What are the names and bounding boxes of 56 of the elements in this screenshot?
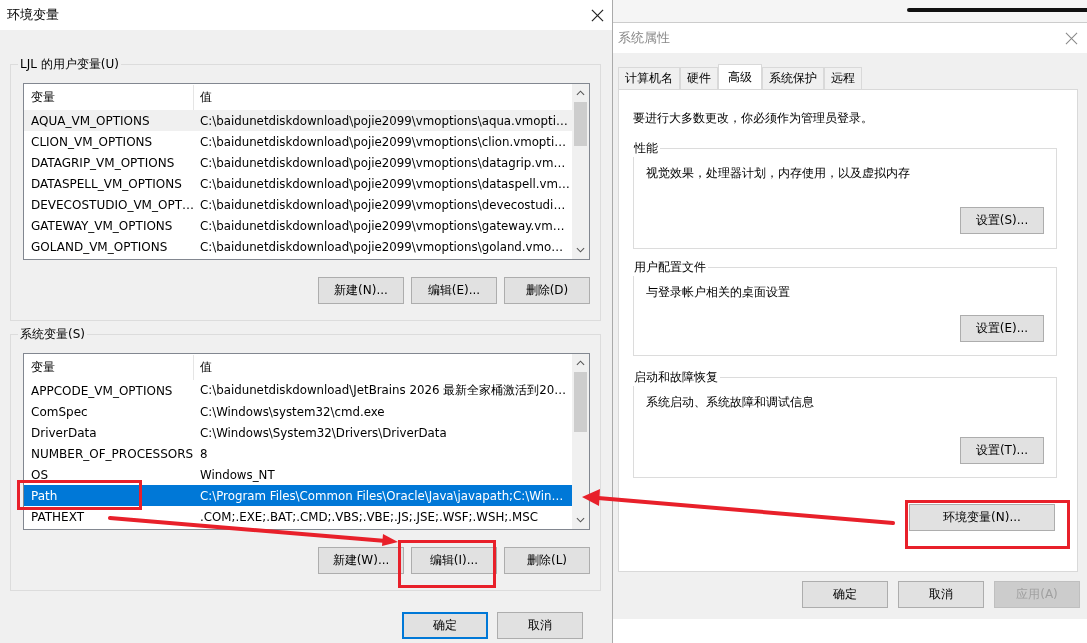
scroll-up-icon[interactable] xyxy=(576,90,585,96)
list-row[interactable]: DATASPELL_VM_OPTIONS C:\baidunetdiskdownload\pojie2099\vmoptions\dataspell.vm… xyxy=(24,173,572,194)
group-label: 用户配置文件 xyxy=(632,259,708,276)
scroll-thumb[interactable] xyxy=(574,372,587,432)
window-title: 系统属性 xyxy=(618,29,670,47)
list-row[interactable]: ComSpec C:\Windows\system32\cmd.exe xyxy=(24,401,572,422)
group-description: 系统启动、系统故障和调试信息 xyxy=(646,394,814,411)
column-header[interactable]: 值 xyxy=(194,355,212,380)
list-row[interactable]: NUMBER_OF_PROCESSORS 8 xyxy=(24,443,572,464)
list-row[interactable]: GOLAND_VM_OPTIONS C:\baidunetdiskdownload\pojie2099\vmoptions\goland.vmo… xyxy=(24,236,572,257)
dialog-button[interactable]: 确定 xyxy=(402,612,488,639)
dialog-button[interactable]: 确定 xyxy=(802,581,888,608)
group-description: 视觉效果，处理器计划，内存使用，以及虚拟内存 xyxy=(646,165,910,182)
scroll-down-icon[interactable] xyxy=(576,247,585,253)
tab[interactable]: 远程 xyxy=(824,67,862,89)
list-row[interactable]: Path C:\Program Files\Common Files\Oracle\Java\javapath;C:\Win… xyxy=(24,485,572,506)
group-label: 性能 xyxy=(632,140,660,157)
list-row[interactable]: AQUA_VM_OPTIONS C:\baidunetdiskdownload\pojie2099\vmoptions\aqua.vmopti… xyxy=(24,110,572,131)
dialog-button[interactable]: 删除(L) xyxy=(504,547,590,574)
list-row[interactable]: OS Windows_NT xyxy=(24,464,572,485)
tab[interactable]: 系统保护 xyxy=(762,67,824,89)
scroll-down-icon[interactable] xyxy=(576,517,585,523)
dialog-button[interactable]: 取消 xyxy=(898,581,984,608)
group-label: 系统变量(S) xyxy=(18,326,87,343)
dialog-button[interactable]: 新建(W)... xyxy=(318,547,404,574)
settings-button[interactable]: 设置(T)... xyxy=(960,437,1044,464)
list-row[interactable]: GATEWAY_VM_OPTIONS C:\baidunetdiskdownload\pojie2099\vmoptions\gateway.vm… xyxy=(24,215,572,236)
tab[interactable]: 计算机名 xyxy=(618,67,680,89)
environment-variables-button[interactable]: 环境变量(N)... xyxy=(909,504,1055,531)
settings-button[interactable]: 设置(S)... xyxy=(960,207,1044,234)
list-row[interactable]: APPCODE_VM_OPTIONS C:\baidunetdiskdownload\JetBrains 2026 最新全家桶激活到20… xyxy=(24,380,572,401)
dialog-button[interactable]: 取消 xyxy=(497,612,583,639)
group-description: 与登录帐户相关的桌面设置 xyxy=(646,284,790,301)
group-label: LJL 的用户变量(U) xyxy=(18,56,121,73)
list-row[interactable]: DEVECOSTUDIO_VM_OPT… C:\baidunetdiskdownload\pojie2099\vmoptions\devecostudi… xyxy=(24,194,572,215)
dialog-button[interactable]: 删除(D) xyxy=(504,277,590,304)
tab[interactable]: 高级 xyxy=(718,64,762,89)
tab[interactable]: 硬件 xyxy=(680,67,718,89)
list-row[interactable]: DATAGRIP_VM_OPTIONS C:\baidunetdiskdownload\pojie2099\vmoptions\datagrip.vm… xyxy=(24,152,572,173)
window-title: 环境变量 xyxy=(7,6,59,24)
dialog-button[interactable]: 编辑(E)... xyxy=(411,277,497,304)
scroll-up-icon[interactable] xyxy=(576,360,585,366)
scrollbar[interactable] xyxy=(572,84,589,259)
group-label: 启动和故障恢复 xyxy=(632,369,720,386)
list-row[interactable]: CLION_VM_OPTIONS C:\baidunetdiskdownload\pojie2099\vmoptions\clion.vmopti… xyxy=(24,131,572,152)
column-header[interactable]: 值 xyxy=(194,85,212,110)
notice-text: 要进行大多数更改，你必须作为管理员登录。 xyxy=(633,110,874,127)
dialog-button[interactable]: 编辑(I)... xyxy=(411,547,497,574)
column-header[interactable]: 变量 xyxy=(24,355,194,380)
close-icon[interactable] xyxy=(591,8,604,22)
scroll-thumb[interactable] xyxy=(574,102,587,146)
list-row[interactable]: DriverData C:\Windows\System32\Drivers\DriverData xyxy=(24,422,572,443)
dialog-button[interactable]: 新建(N)... xyxy=(318,277,404,304)
scrollbar[interactable] xyxy=(572,354,589,529)
settings-button[interactable]: 设置(E)... xyxy=(960,315,1044,342)
list-row[interactable]: PATHEXT .COM;.EXE;.BAT;.CMD;.VBS;.VBE;.JS;.JSE;.WSF;.WSH;.MSC xyxy=(24,506,572,527)
